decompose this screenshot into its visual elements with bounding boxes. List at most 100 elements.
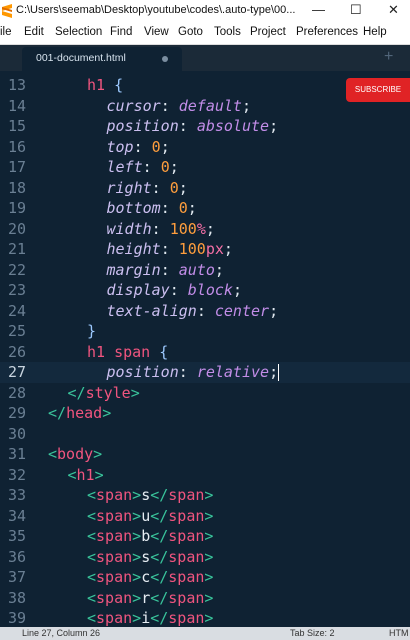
line-number: 26 (7, 342, 26, 361)
code-token: : (160, 199, 179, 217)
menu-view[interactable]: View (144, 26, 169, 38)
menu-selection[interactable]: Selection (55, 26, 102, 38)
menu-goto[interactable]: Goto (178, 26, 203, 38)
code-line[interactable]: 38 <span>r</span> (0, 588, 410, 609)
code-line[interactable]: 32 <h1> (0, 465, 410, 486)
code-line[interactable]: 19 bottom: 0; (0, 198, 410, 219)
code-token: default (178, 96, 242, 115)
new-tab-plus-icon[interactable]: + (384, 48, 393, 66)
line-number: 30 (7, 424, 26, 443)
menu-help[interactable]: Help (363, 26, 387, 38)
code-line[interactable]: 21 height: 100px; (0, 239, 410, 260)
code-line[interactable]: 23 display: block; (0, 280, 410, 301)
code-token: text-align (106, 301, 197, 320)
code-line[interactable]: 30 (0, 424, 410, 445)
code-line[interactable]: 35 <span>b</span> (0, 526, 410, 547)
menu-file[interactable]: ile (0, 26, 12, 38)
code-token: position (106, 363, 179, 381)
code-token: </ (150, 506, 169, 525)
tab-size-indicator[interactable]: Tab Size: 2 (290, 628, 335, 638)
code-line[interactable]: 39 <span>i</span> (0, 608, 410, 629)
code-token: head (66, 404, 103, 422)
menu-project[interactable]: Project (250, 26, 286, 38)
code-line[interactable]: 36 <span>s</span> (0, 547, 410, 568)
code-line[interactable]: 37 <span>c</span> (0, 567, 410, 588)
code-token: height (106, 240, 161, 258)
code-token: > (204, 588, 214, 607)
code-text: width: 100%; (107, 219, 215, 240)
code-text: </head> (48, 403, 111, 424)
minimize-button[interactable]: — (312, 2, 325, 17)
code-line[interactable]: 25} (0, 321, 410, 342)
code-token: > (204, 486, 214, 504)
code-token: > (132, 568, 142, 586)
tab-bar: 001-document.html + (0, 45, 410, 71)
code-token: h1 (87, 76, 106, 94)
code-token: 100 (178, 240, 206, 258)
code-line[interactable]: 28 </style> (0, 383, 410, 404)
line-number: 39 (7, 609, 26, 627)
code-text: height: 100px; (107, 239, 233, 260)
code-token: block (187, 281, 233, 299)
code-token: : (160, 260, 179, 279)
code-text: <h1> (68, 465, 104, 486)
line-number: 31 (7, 445, 26, 463)
code-text: h1 span { (87, 342, 168, 363)
code-token: > (130, 383, 140, 402)
code-text: right: 0; (107, 178, 188, 199)
menu-tools[interactable]: Tools (214, 26, 241, 38)
tab-close-dot-icon[interactable] (162, 56, 168, 62)
code-line[interactable]: 26 h1 span { (0, 342, 410, 363)
subscribe-button[interactable]: SUBSCRIBE (346, 78, 410, 102)
menu-preferences[interactable]: Preferences (296, 26, 358, 38)
code-token: span (96, 547, 133, 566)
code-line[interactable]: 22 margin: auto; (0, 260, 410, 281)
code-line[interactable]: 17 left: 0; (0, 157, 410, 178)
code-line[interactable]: 15 position: absolute; (0, 116, 410, 137)
code-text: <span>c</span> (87, 567, 213, 588)
line-number: 33 (7, 486, 26, 504)
code-line[interactable]: 18 right: 0; (0, 178, 410, 199)
code-text: <span>r</span> (87, 588, 213, 609)
code-line[interactable]: 34 <span>u</span> (0, 506, 410, 527)
code-token: { (114, 76, 124, 94)
code-token: 100 (169, 219, 197, 238)
code-token: relative (196, 363, 270, 381)
code-line[interactable]: 24 text-align: center; (0, 301, 410, 322)
code-token: > (94, 465, 104, 484)
menu-find[interactable]: Find (110, 26, 132, 38)
code-token: < (87, 568, 97, 586)
code-token: r (141, 588, 151, 607)
code-token: : (142, 158, 161, 176)
code-editor[interactable]: 13 h1 {14 cursor: default; 15 position: abso… (0, 71, 410, 627)
line-number: 27 (7, 363, 26, 381)
code-token: span (96, 588, 133, 607)
code-token: </ (67, 383, 86, 402)
code-token: h1 (76, 465, 95, 484)
code-token: ; (269, 117, 279, 135)
code-line[interactable]: 31 <body> (0, 444, 410, 465)
code-token: span (168, 568, 205, 586)
code-token: top (106, 137, 134, 156)
code-token: ; (187, 199, 197, 217)
code-token: > (132, 547, 142, 566)
maximize-button[interactable]: ☐ (350, 2, 362, 18)
code-line[interactable]: 29 </head> (0, 403, 410, 424)
code-token: : (160, 240, 179, 258)
code-line[interactable]: 16 top: 0; (0, 137, 410, 158)
line-number: 13 (7, 76, 26, 94)
tab-001-document[interactable]: 001-document.html (22, 47, 182, 71)
code-text: position: absolute; (107, 116, 279, 137)
close-button[interactable]: ✕ (388, 2, 399, 18)
menu-edit[interactable]: Edit (24, 26, 44, 38)
code-token: ; (223, 240, 233, 258)
text-cursor (278, 364, 280, 381)
code-line[interactable]: 27 position: relative; (0, 362, 410, 383)
code-line[interactable]: 20 width: 100%; (0, 219, 410, 240)
code-token: > (132, 506, 142, 525)
code-token: < (87, 547, 97, 566)
syntax-indicator[interactable]: HTM (389, 628, 409, 638)
line-number: 32 (7, 465, 26, 484)
code-text: margin: auto; (107, 260, 224, 281)
code-line[interactable]: 33 <span>s</span> (0, 485, 410, 506)
